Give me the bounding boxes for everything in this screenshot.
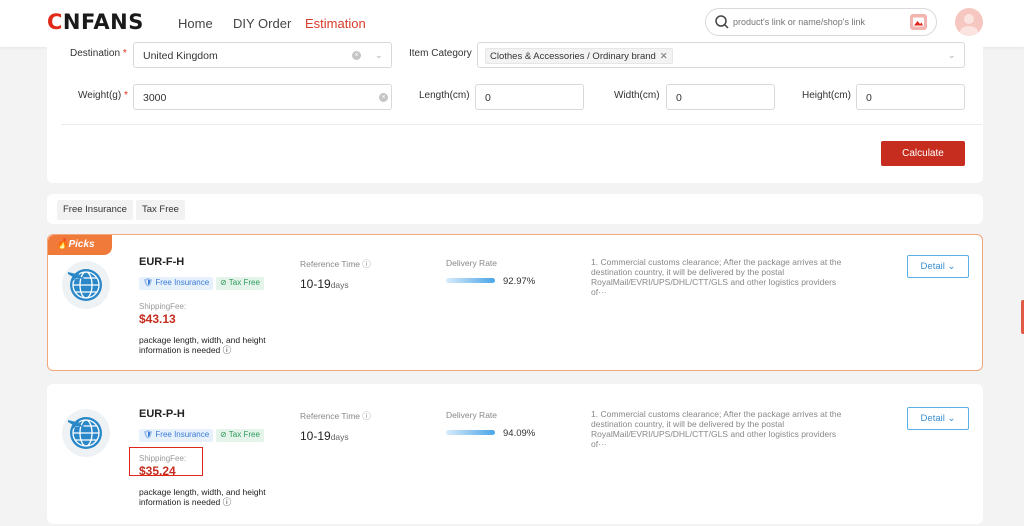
info-icon[interactable]: ⓘ: [223, 345, 232, 355]
globe-plane-icon: [62, 261, 110, 309]
form-divider: [61, 124, 982, 125]
reference-time-label: Reference Time ⓘ: [300, 259, 371, 269]
detail-button[interactable]: Detail ⌄: [907, 407, 969, 430]
width-label: Width(cm): [614, 90, 660, 101]
weight-value: 3000: [143, 92, 167, 104]
clear-icon[interactable]: ×: [379, 93, 388, 102]
shipping-fee-value: $43.13: [139, 312, 176, 326]
nav-diy-order[interactable]: DIY Order: [233, 16, 291, 31]
destination-value: United Kingdom: [143, 50, 218, 62]
globe-plane-icon: [62, 409, 110, 457]
delivery-rate-value: 92.97%: [503, 276, 536, 287]
avatar[interactable]: [955, 8, 983, 36]
route-name: EUR-F-H: [139, 256, 185, 268]
reference-time-value: 10-19days: [300, 277, 349, 291]
reference-time-label: Reference Time ⓘ: [300, 411, 371, 421]
weight-input[interactable]: 3000 ×: [133, 84, 392, 110]
filter-free-insurance[interactable]: Free Insurance: [57, 200, 133, 220]
info-icon[interactable]: ⓘ: [362, 411, 371, 421]
height-input[interactable]: 0: [856, 84, 965, 110]
reference-time-value: 10-19days: [300, 429, 349, 443]
dimension-note: package length, width, and height inform…: [139, 335, 266, 355]
height-value: 0: [866, 92, 872, 104]
free-insurance-badge: 🛡 Free Insurance: [139, 429, 214, 442]
info-icon[interactable]: ⓘ: [362, 259, 371, 269]
nav-estimation[interactable]: Estimation: [305, 16, 366, 31]
search-icon[interactable]: [714, 14, 730, 30]
length-value: 0: [485, 92, 491, 104]
remove-tag-icon[interactable]: ✕: [660, 51, 668, 62]
route-description: 1. Commercial customs clearance; After t…: [591, 409, 842, 449]
chevron-down-icon: ⌄: [947, 261, 956, 272]
delivery-rate-bar: [446, 430, 495, 435]
info-icon[interactable]: ⓘ: [223, 497, 232, 507]
destination-label: Destination *: [70, 48, 127, 59]
detail-button[interactable]: Detail ⌄: [907, 255, 969, 278]
nav-home[interactable]: Home: [178, 16, 213, 31]
free-insurance-badge: 🛡 Free Insurance: [139, 277, 214, 290]
delivery-rate-label: Delivery Rate: [446, 410, 498, 420]
weight-label: Weight(g) *: [78, 90, 128, 101]
shield-icon: 🛡: [143, 278, 154, 287]
delivery-rate-label: Delivery Rate: [446, 258, 498, 268]
shipping-fee-label: ShippingFee:: [139, 302, 187, 311]
chevron-down-icon[interactable]: ⌄: [375, 50, 383, 61]
width-value: 0: [676, 92, 682, 104]
chevron-down-icon: ⌄: [947, 413, 956, 424]
filter-bar: [47, 194, 983, 224]
height-label: Height(cm): [802, 90, 851, 101]
route-name: EUR-P-H: [139, 408, 185, 420]
tax-free-badge: ⊘ Tax Free: [216, 277, 264, 290]
picks-badge: 🔥Picks: [48, 235, 112, 255]
category-select[interactable]: Clothes & Accessories / Ordinary brand ✕ …: [477, 42, 965, 68]
dimension-note: package length, width, and height inform…: [139, 487, 266, 507]
route-description: 1. Commercial customs clearance; After t…: [591, 257, 842, 297]
fire-icon: 🔥: [56, 239, 69, 250]
tax-icon: ⊘: [220, 278, 227, 287]
category-tag[interactable]: Clothes & Accessories / Ordinary brand ✕: [485, 48, 673, 64]
length-label: Length(cm): [419, 90, 470, 101]
destination-select[interactable]: United Kingdom × ⌄: [133, 42, 392, 68]
image-search-icon[interactable]: [910, 14, 927, 30]
delivery-rate-value: 94.09%: [503, 428, 536, 439]
tax-free-badge: ⊘ Tax Free: [216, 429, 264, 442]
chevron-down-icon[interactable]: ⌄: [948, 50, 956, 61]
shield-icon: 🛡: [143, 430, 154, 439]
category-label: Item Category: [409, 48, 472, 59]
width-input[interactable]: 0: [666, 84, 775, 110]
delivery-rate-bar: [446, 278, 495, 283]
search-input[interactable]: [733, 13, 903, 31]
fee-highlight-box: [129, 447, 203, 476]
cnfans-logo[interactable]: CNFANS: [47, 10, 144, 34]
clear-icon[interactable]: ×: [352, 51, 361, 60]
filter-tax-free[interactable]: Tax Free: [136, 200, 185, 220]
search-box[interactable]: [705, 8, 937, 36]
tax-icon: ⊘: [220, 430, 227, 439]
calculate-button[interactable]: Calculate: [881, 141, 965, 166]
length-input[interactable]: 0: [475, 84, 584, 110]
